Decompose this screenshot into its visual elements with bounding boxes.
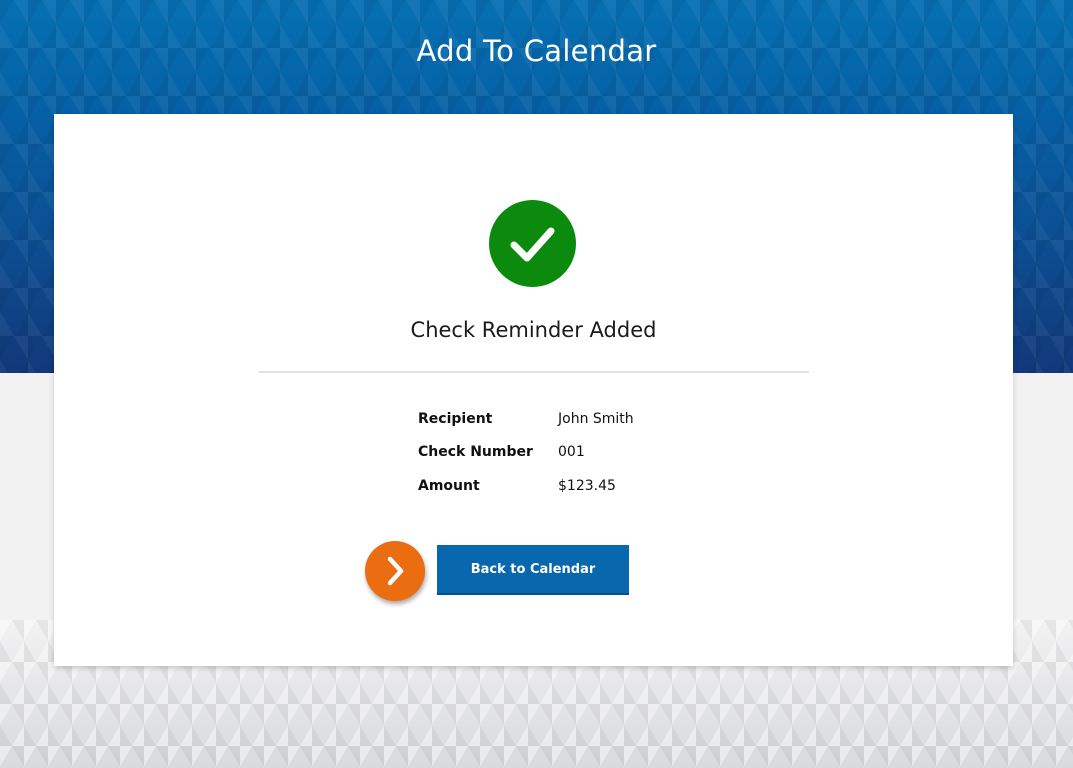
detail-value: John Smith (558, 410, 634, 427)
detail-label: Check Number (418, 444, 533, 461)
page: Add To Calendar Check Reminder Added Rec… (0, 0, 1073, 768)
status-title: Check Reminder Added (410, 318, 657, 342)
detail-row-amount: Amount $123.45 (418, 469, 634, 503)
details-list: Recipient John Smith Check Number 001 Am… (418, 402, 634, 503)
confirmation-card: Check Reminder Added Recipient John Smit… (54, 114, 1013, 666)
detail-label: Amount (418, 477, 480, 494)
detail-row-check-number: Check Number 001 (418, 436, 634, 470)
page-title: Add To Calendar (416, 34, 657, 68)
chevron-right-icon[interactable] (365, 541, 425, 601)
divider (259, 371, 809, 373)
checkmark-icon (489, 200, 576, 287)
detail-row-recipient: Recipient John Smith (418, 402, 634, 436)
detail-value: 001 (558, 444, 585, 461)
detail-value: $123.45 (558, 477, 616, 494)
back-to-calendar-button[interactable]: Back to Calendar (437, 545, 629, 595)
detail-label: Recipient (418, 410, 493, 427)
